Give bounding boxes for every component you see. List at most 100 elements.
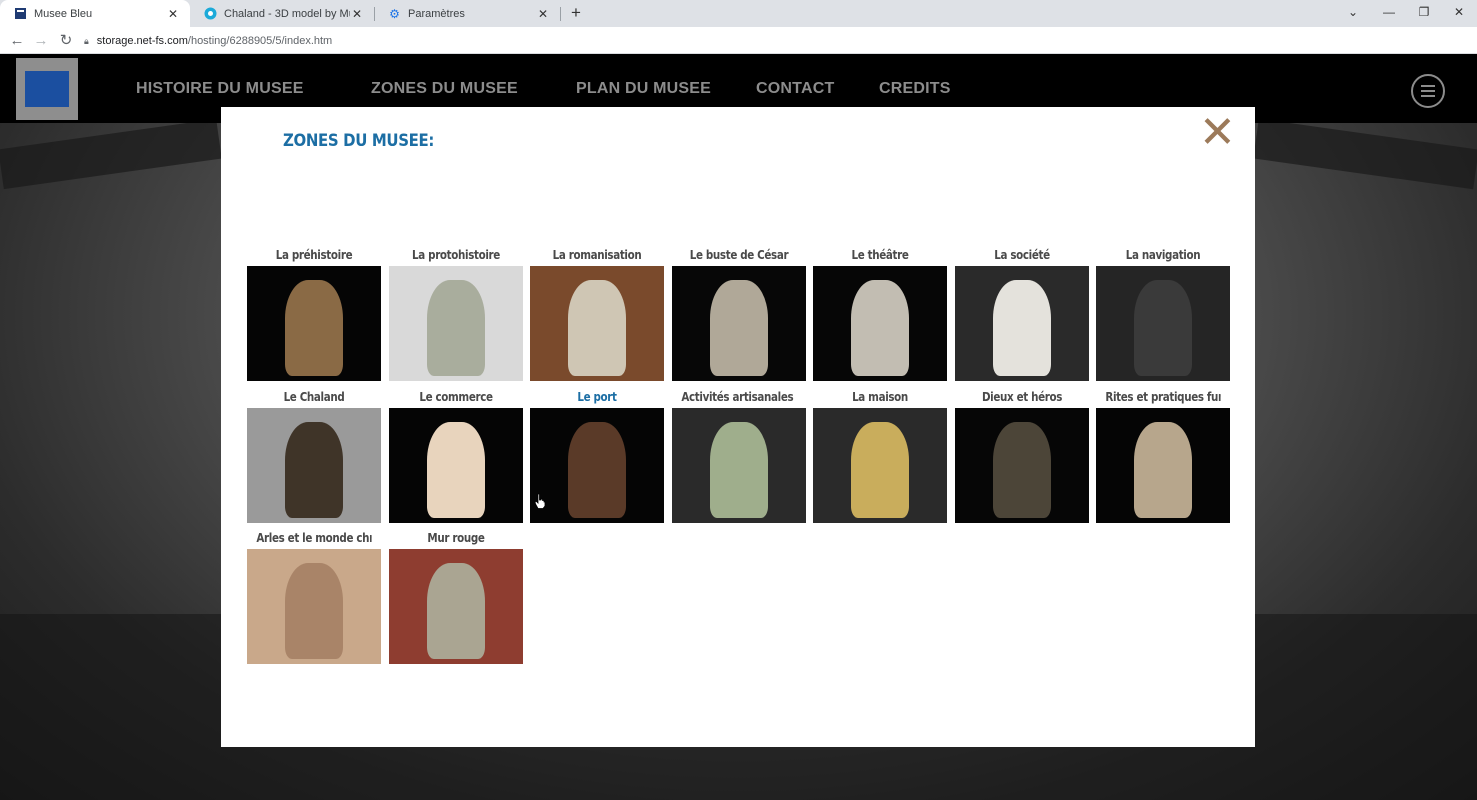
museum-logo[interactable] xyxy=(16,58,78,120)
tab-close-icon[interactable]: ✕ xyxy=(536,7,550,21)
tab-close-icon[interactable]: ✕ xyxy=(350,7,364,21)
artifact-image xyxy=(710,422,768,518)
zone-label[interactable]: La navigation xyxy=(1105,248,1220,266)
restore-icon[interactable]: ❐ xyxy=(1407,0,1441,27)
zone-thumbnail[interactable] xyxy=(530,266,664,381)
zone-label[interactable]: La société xyxy=(964,248,1079,266)
nav-contact[interactable]: CONTACT xyxy=(756,80,834,98)
tab-title: Musee Bleu xyxy=(34,7,93,20)
zone-tile[interactable]: La romanisation xyxy=(530,248,664,381)
zone-tile[interactable]: La protohistoire xyxy=(389,248,523,381)
zone-thumbnail[interactable] xyxy=(672,408,806,523)
zone-label[interactable]: La maison xyxy=(822,390,937,408)
reload-icon[interactable]: ↻ xyxy=(55,30,77,52)
zone-tile[interactable]: La maison xyxy=(813,390,947,523)
zone-tile[interactable]: Mur rouge xyxy=(389,531,523,664)
zone-tile[interactable]: Arles et le monde chrétien xyxy=(247,531,381,664)
zone-thumbnail[interactable] xyxy=(955,266,1089,381)
sketchfab-icon xyxy=(204,7,217,20)
browser-tab-chaland[interactable]: Chaland - 3D model by Musée d ✕ xyxy=(190,0,374,27)
zone-thumbnail[interactable] xyxy=(389,266,523,381)
lock-icon: 🔒︎ xyxy=(84,35,89,46)
zone-thumbnail[interactable] xyxy=(955,408,1089,523)
zone-thumbnail[interactable] xyxy=(247,408,381,523)
zone-label[interactable]: Le port xyxy=(539,390,654,408)
browser-tab-parametres[interactable]: ⚙ Paramètres ✕ xyxy=(374,0,560,27)
zone-thumbnail[interactable] xyxy=(672,266,806,381)
artifact-image xyxy=(427,563,485,659)
zone-tile[interactable]: Le Chaland xyxy=(247,390,381,523)
artifact-image xyxy=(851,280,909,376)
zone-thumbnail[interactable] xyxy=(1096,266,1230,381)
zone-label[interactable]: La protohistoire xyxy=(398,248,513,266)
zone-label[interactable]: Le Chaland xyxy=(256,390,371,408)
zone-tile[interactable]: La société xyxy=(955,248,1089,381)
tab-separator xyxy=(560,7,561,21)
nav-credits[interactable]: CREDITS xyxy=(879,80,951,98)
zone-thumbnail[interactable] xyxy=(813,408,947,523)
close-icon[interactable]: ✕ xyxy=(1199,111,1236,155)
zone-tile[interactable]: La préhistoire xyxy=(247,248,381,381)
artifact-image xyxy=(993,422,1051,518)
zone-thumbnail[interactable] xyxy=(247,549,381,664)
zone-tile[interactable]: Activités artisanales et agric xyxy=(672,390,806,523)
zone-tile[interactable]: Le buste de César xyxy=(672,248,806,381)
background-ceiling-beam xyxy=(1253,118,1477,190)
artifact-image xyxy=(1134,280,1192,376)
address-toolbar: ← → ↻ 🔒︎ storage.net-fs.com/hosting/6288… xyxy=(0,27,1477,76)
artifact-image xyxy=(285,280,343,376)
nav-histoire[interactable]: HISTOIRE DU MUSEE xyxy=(136,80,304,98)
url-host: storage.net-fs.com xyxy=(96,35,188,47)
zone-tile[interactable]: Rites et pratiques funéraires xyxy=(1096,390,1230,523)
hamburger-menu-icon[interactable] xyxy=(1411,74,1445,108)
zone-tile[interactable]: Le port xyxy=(530,390,664,523)
nav-plan[interactable]: PLAN DU MUSEE xyxy=(576,80,711,98)
zone-tile[interactable]: Le commerce xyxy=(389,390,523,523)
zone-label[interactable]: Le théâtre xyxy=(822,248,937,266)
tab-search-icon[interactable]: ⌄ xyxy=(1336,0,1370,27)
logo-mark xyxy=(25,71,69,107)
zone-label[interactable]: Le commerce xyxy=(398,390,513,408)
zone-label[interactable]: Rites et pratiques funéraires xyxy=(1105,390,1220,408)
nav-zones[interactable]: ZONES DU MUSEE xyxy=(371,80,518,98)
zone-label[interactable]: Dieux et héros xyxy=(964,390,1079,408)
artifact-image xyxy=(427,280,485,376)
zone-label[interactable]: La romanisation xyxy=(539,248,654,266)
zone-label[interactable]: La préhistoire xyxy=(256,248,371,266)
browser-tab-musee-bleu[interactable]: Musee Bleu ✕ xyxy=(0,0,190,27)
tab-close-icon[interactable]: ✕ xyxy=(166,7,180,21)
artifact-image xyxy=(710,280,768,376)
artifact-image xyxy=(568,280,626,376)
artifact-image xyxy=(568,422,626,518)
zone-tile[interactable]: Le théâtre xyxy=(813,248,947,381)
tab-title: Paramètres xyxy=(408,7,465,20)
gear-icon: ⚙ xyxy=(389,6,400,21)
zone-thumbnail[interactable] xyxy=(389,408,523,523)
modal-title: ZONES DU MUSEE: xyxy=(283,131,435,151)
zone-thumbnail[interactable] xyxy=(530,408,664,523)
artifact-image xyxy=(285,422,343,518)
zone-tile[interactable]: Dieux et héros xyxy=(955,390,1089,523)
zone-thumbnail[interactable] xyxy=(247,266,381,381)
zone-label[interactable]: Activités artisanales et agric xyxy=(681,390,796,408)
artifact-image xyxy=(285,563,343,659)
back-icon[interactable]: ← xyxy=(6,30,28,52)
background-ceiling-beam xyxy=(0,118,222,190)
zone-thumbnail[interactable] xyxy=(389,549,523,664)
address-bar[interactable]: 🔒︎ storage.net-fs.com/hosting/6288905/5/… xyxy=(84,30,1274,52)
zone-thumbnail[interactable] xyxy=(813,266,947,381)
zone-thumbnail[interactable] xyxy=(1096,408,1230,523)
new-tab-icon[interactable]: + xyxy=(566,3,586,23)
artifact-image xyxy=(427,422,485,518)
url-path: /hosting/6288905/5/index.htm xyxy=(187,35,333,47)
minimize-icon[interactable]: — xyxy=(1372,0,1406,27)
zone-label[interactable]: Le buste de César xyxy=(681,248,796,266)
tab-title: Chaland - 3D model by Musée d xyxy=(224,7,350,20)
zone-label[interactable]: Mur rouge xyxy=(398,531,513,549)
forward-icon[interactable]: → xyxy=(30,30,52,52)
zone-label[interactable]: Arles et le monde chrétien xyxy=(256,531,371,549)
browser-tab-strip: Musee Bleu ✕ Chaland - 3D model by Musée… xyxy=(0,0,1477,27)
artifact-image xyxy=(851,422,909,518)
zone-tile[interactable]: La navigation xyxy=(1096,248,1230,381)
close-window-icon[interactable]: ✕ xyxy=(1442,0,1476,27)
